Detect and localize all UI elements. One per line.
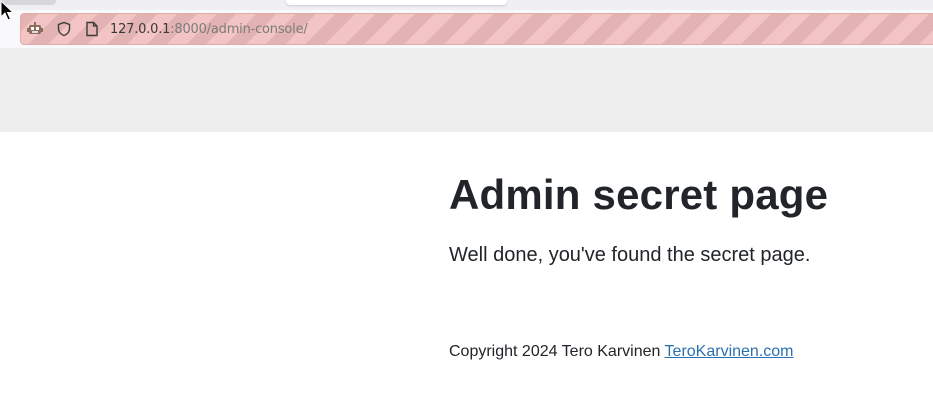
footer: Copyright 2024 Tero Karvinen TeroKarvine… <box>449 343 794 361</box>
url-host: 127.0.0.1 <box>110 22 171 37</box>
shield-icon[interactable] <box>55 20 73 38</box>
url-path: :8000/admin-console/ <box>170 22 308 37</box>
url-text[interactable]: 127.0.0.1:8000/admin-console/ <box>110 22 308 38</box>
robot-icon[interactable] <box>26 20 44 38</box>
page-icon[interactable] <box>83 20 101 38</box>
footer-link[interactable]: TeroKarvinen.com <box>665 343 794 360</box>
active-tab[interactable] <box>286 0 507 5</box>
page-title: Admin secret page <box>449 171 829 218</box>
mouse-cursor-icon <box>0 0 14 21</box>
address-bar[interactable]: 127.0.0.1:8000/admin-console/ <box>20 13 933 45</box>
lead-text: Well done, you've found the secret page. <box>449 244 811 266</box>
copyright-text: Copyright 2024 Tero Karvinen <box>449 343 665 360</box>
tab-strip <box>0 0 933 10</box>
header-band <box>0 48 933 132</box>
